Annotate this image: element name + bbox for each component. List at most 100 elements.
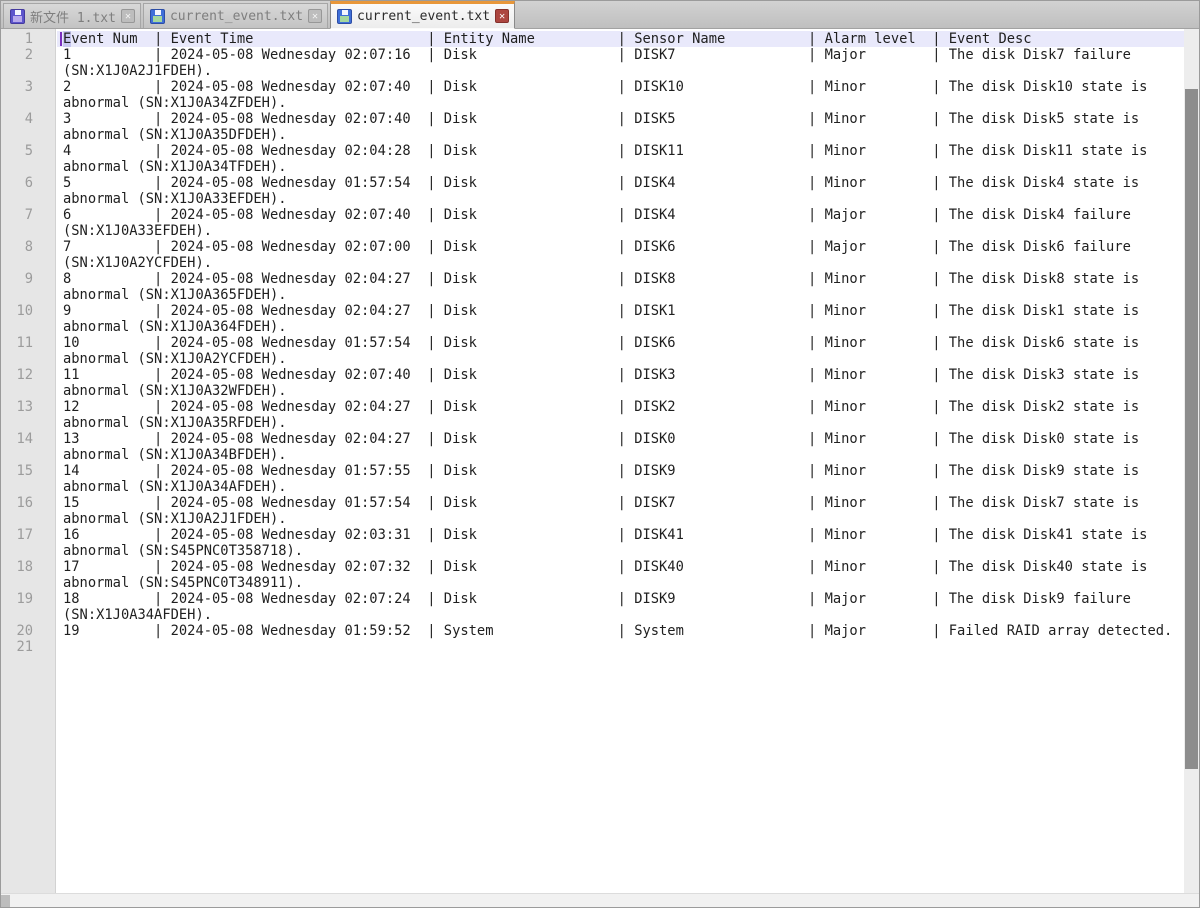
- code-text: abnormal (SN:X1J0A365FDEH).: [57, 287, 1184, 303]
- text-line[interactable]: 2019 | 2024-05-08 Wednesday 01:59:52 | S…: [1, 623, 1184, 639]
- line-number: 7: [1, 207, 33, 223]
- code-text: abnormal (SN:S45PNC0T358718).: [57, 543, 1184, 559]
- line-number: 11: [1, 335, 33, 351]
- tab-3[interactable]: current_event.txt✕: [330, 1, 515, 29]
- code-text: (SN:X1J0A2YCFDEH).: [57, 255, 1184, 271]
- code-text: 19 | 2024-05-08 Wednesday 01:59:52 | Sys…: [57, 623, 1184, 639]
- editor-window: 新文件 1.txt✕current_event.txt✕current_even…: [0, 0, 1200, 908]
- text-line[interactable]: 1817 | 2024-05-08 Wednesday 02:07:32 | D…: [1, 559, 1184, 575]
- text-line[interactable]: abnormal (SN:X1J0A33EFDEH).: [1, 191, 1184, 207]
- tab-1[interactable]: 新文件 1.txt✕: [3, 3, 141, 28]
- code-text: 16 | 2024-05-08 Wednesday 02:03:31 | Dis…: [57, 527, 1184, 543]
- line-number: [1, 351, 33, 367]
- line-number: 5: [1, 143, 33, 159]
- code-text: abnormal (SN:X1J0A34ZFDEH).: [57, 95, 1184, 111]
- text-line[interactable]: abnormal (SN:X1J0A35DFDEH).: [1, 127, 1184, 143]
- line-number: [1, 543, 33, 559]
- text-line[interactable]: abnormal (SN:X1J0A34TFDEH).: [1, 159, 1184, 175]
- text-line[interactable]: 54 | 2024-05-08 Wednesday 02:04:28 | Dis…: [1, 143, 1184, 159]
- editor-pane[interactable]: 1 Event Num | Event Time | Entity Name | …: [1, 29, 1199, 907]
- code-text: abnormal (SN:X1J0A35RFDEH).: [57, 415, 1184, 431]
- tab-2[interactable]: current_event.txt✕: [143, 3, 328, 28]
- tab-bar: 新文件 1.txt✕current_event.txt✕current_even…: [1, 1, 1199, 29]
- line-number: 6: [1, 175, 33, 191]
- line-number: [1, 319, 33, 335]
- text-line[interactable]: 1 Event Num | Event Time | Entity Name | …: [1, 31, 1184, 47]
- horizontal-scrollbar-thumb[interactable]: [1, 895, 10, 907]
- text-line[interactable]: abnormal (SN:X1J0A34ZFDEH).: [1, 95, 1184, 111]
- text-line[interactable]: (SN:X1J0A34AFDEH).: [1, 607, 1184, 623]
- text-line[interactable]: 1615 | 2024-05-08 Wednesday 01:57:54 | D…: [1, 495, 1184, 511]
- text-line[interactable]: abnormal (SN:X1J0A34BFDEH).: [1, 447, 1184, 463]
- floppy-green-icon: [337, 9, 352, 24]
- code-text: 12 | 2024-05-08 Wednesday 02:04:27 | Dis…: [57, 399, 1184, 415]
- text-line[interactable]: 10 9 | 2024-05-08 Wednesday 02:04:27 | Di…: [1, 303, 1184, 319]
- line-number: [1, 223, 33, 239]
- line-number: [1, 191, 33, 207]
- text-line[interactable]: abnormal (SN:S45PNC0T348911).: [1, 575, 1184, 591]
- line-number: 8: [1, 239, 33, 255]
- floppy-green-icon: [150, 9, 165, 24]
- text-line[interactable]: 1514 | 2024-05-08 Wednesday 01:57:55 | D…: [1, 463, 1184, 479]
- text-line[interactable]: 43 | 2024-05-08 Wednesday 02:07:40 | Dis…: [1, 111, 1184, 127]
- text-line[interactable]: 1211 | 2024-05-08 Wednesday 02:07:40 | D…: [1, 367, 1184, 383]
- text-line[interactable]: 32 | 2024-05-08 Wednesday 02:07:40 | Dis…: [1, 79, 1184, 95]
- line-number: [1, 255, 33, 271]
- text-line[interactable]: 8 7 | 2024-05-08 Wednesday 02:07:00 | Dis…: [1, 239, 1184, 255]
- text-line[interactable]: 21 | 2024-05-08 Wednesday 02:07:16 | Dis…: [1, 47, 1184, 63]
- code-text: 7 | 2024-05-08 Wednesday 02:07:00 | Disk…: [57, 239, 1184, 255]
- line-number: [1, 447, 33, 463]
- close-icon[interactable]: ✕: [308, 9, 322, 23]
- text-line[interactable]: 1918 | 2024-05-08 Wednesday 02:07:24 | D…: [1, 591, 1184, 607]
- text-line[interactable]: abnormal (SN:S45PNC0T358718).: [1, 543, 1184, 559]
- text-line[interactable]: (SN:X1J0A33EFDEH).: [1, 223, 1184, 239]
- close-icon[interactable]: ✕: [121, 9, 135, 23]
- text-line[interactable]: 76 | 2024-05-08 Wednesday 02:07:40 | Dis…: [1, 207, 1184, 223]
- line-number: 10: [1, 303, 33, 319]
- horizontal-scrollbar[interactable]: [1, 893, 1199, 907]
- line-number: 9: [1, 271, 33, 287]
- text-line[interactable]: 17 16 | 2024-05-08 Wednesday 02:03:31 | D…: [1, 527, 1184, 543]
- code-text: 1 | 2024-05-08 Wednesday 02:07:16 | Disk…: [57, 47, 1184, 63]
- text-line[interactable]: abnormal (SN:X1J0A365FDEH).: [1, 287, 1184, 303]
- line-number: 17: [1, 527, 33, 543]
- code-text: 9 | 2024-05-08 Wednesday 02:04:27 | Disk…: [57, 303, 1184, 319]
- text-line[interactable]: 9 8 | 2024-05-08 Wednesday 02:04:27 | Dis…: [1, 271, 1184, 287]
- line-number: 1: [1, 31, 33, 47]
- scrollbar-thumb[interactable]: [1185, 89, 1198, 769]
- text-line[interactable]: abnormal (SN:X1J0A364FDEH).: [1, 319, 1184, 335]
- line-number: 3: [1, 79, 33, 95]
- code-text: [57, 639, 1184, 655]
- code-text: abnormal (SN:X1J0A34BFDEH).: [57, 447, 1184, 463]
- code-text: 13 | 2024-05-08 Wednesday 02:04:27 | Dis…: [57, 431, 1184, 447]
- selection-highlight: E: [63, 31, 71, 47]
- close-icon[interactable]: ✕: [495, 9, 509, 23]
- text-line[interactable]: 21: [1, 639, 1184, 655]
- text-line[interactable]: abnormal (SN:X1J0A34AFDEH).: [1, 479, 1184, 495]
- code-text: abnormal (SN:X1J0A364FDEH).: [57, 319, 1184, 335]
- line-number: 14: [1, 431, 33, 447]
- text-line[interactable]: (SN:X1J0A2J1FDEH).: [1, 63, 1184, 79]
- line-number: [1, 479, 33, 495]
- text-line[interactable]: abnormal (SN:X1J0A2J1FDEH).: [1, 511, 1184, 527]
- text-line[interactable]: abnormal (SN:X1J0A32WFDEH).: [1, 383, 1184, 399]
- line-number: 15: [1, 463, 33, 479]
- code-text: abnormal (SN:X1J0A2J1FDEH).: [57, 511, 1184, 527]
- floppy-purple-icon: [10, 9, 25, 24]
- text-line[interactable]: 1110 | 2024-05-08 Wednesday 01:57:54 | D…: [1, 335, 1184, 351]
- text-rows[interactable]: 1 Event Num | Event Time | Entity Name | …: [1, 29, 1184, 893]
- code-text: abnormal (SN:X1J0A33EFDEH).: [57, 191, 1184, 207]
- line-number: [1, 607, 33, 623]
- line-number: [1, 383, 33, 399]
- line-number: [1, 575, 33, 591]
- code-text: 8 | 2024-05-08 Wednesday 02:04:27 | Disk…: [57, 271, 1184, 287]
- text-line[interactable]: (SN:X1J0A2YCFDEH).: [1, 255, 1184, 271]
- text-line[interactable]: 65 | 2024-05-08 Wednesday 01:57:54 | Dis…: [1, 175, 1184, 191]
- text-line[interactable]: 1312 | 2024-05-08 Wednesday 02:04:27 | D…: [1, 399, 1184, 415]
- text-line[interactable]: abnormal (SN:X1J0A2YCFDEH).: [1, 351, 1184, 367]
- text-line[interactable]: 14 13 | 2024-05-08 Wednesday 02:04:27 | D…: [1, 431, 1184, 447]
- vertical-scrollbar[interactable]: [1184, 29, 1199, 893]
- line-number: [1, 287, 33, 303]
- code-text: Event Num | Event Time | Entity Name | S…: [57, 31, 1184, 47]
- text-line[interactable]: abnormal (SN:X1J0A35RFDEH).: [1, 415, 1184, 431]
